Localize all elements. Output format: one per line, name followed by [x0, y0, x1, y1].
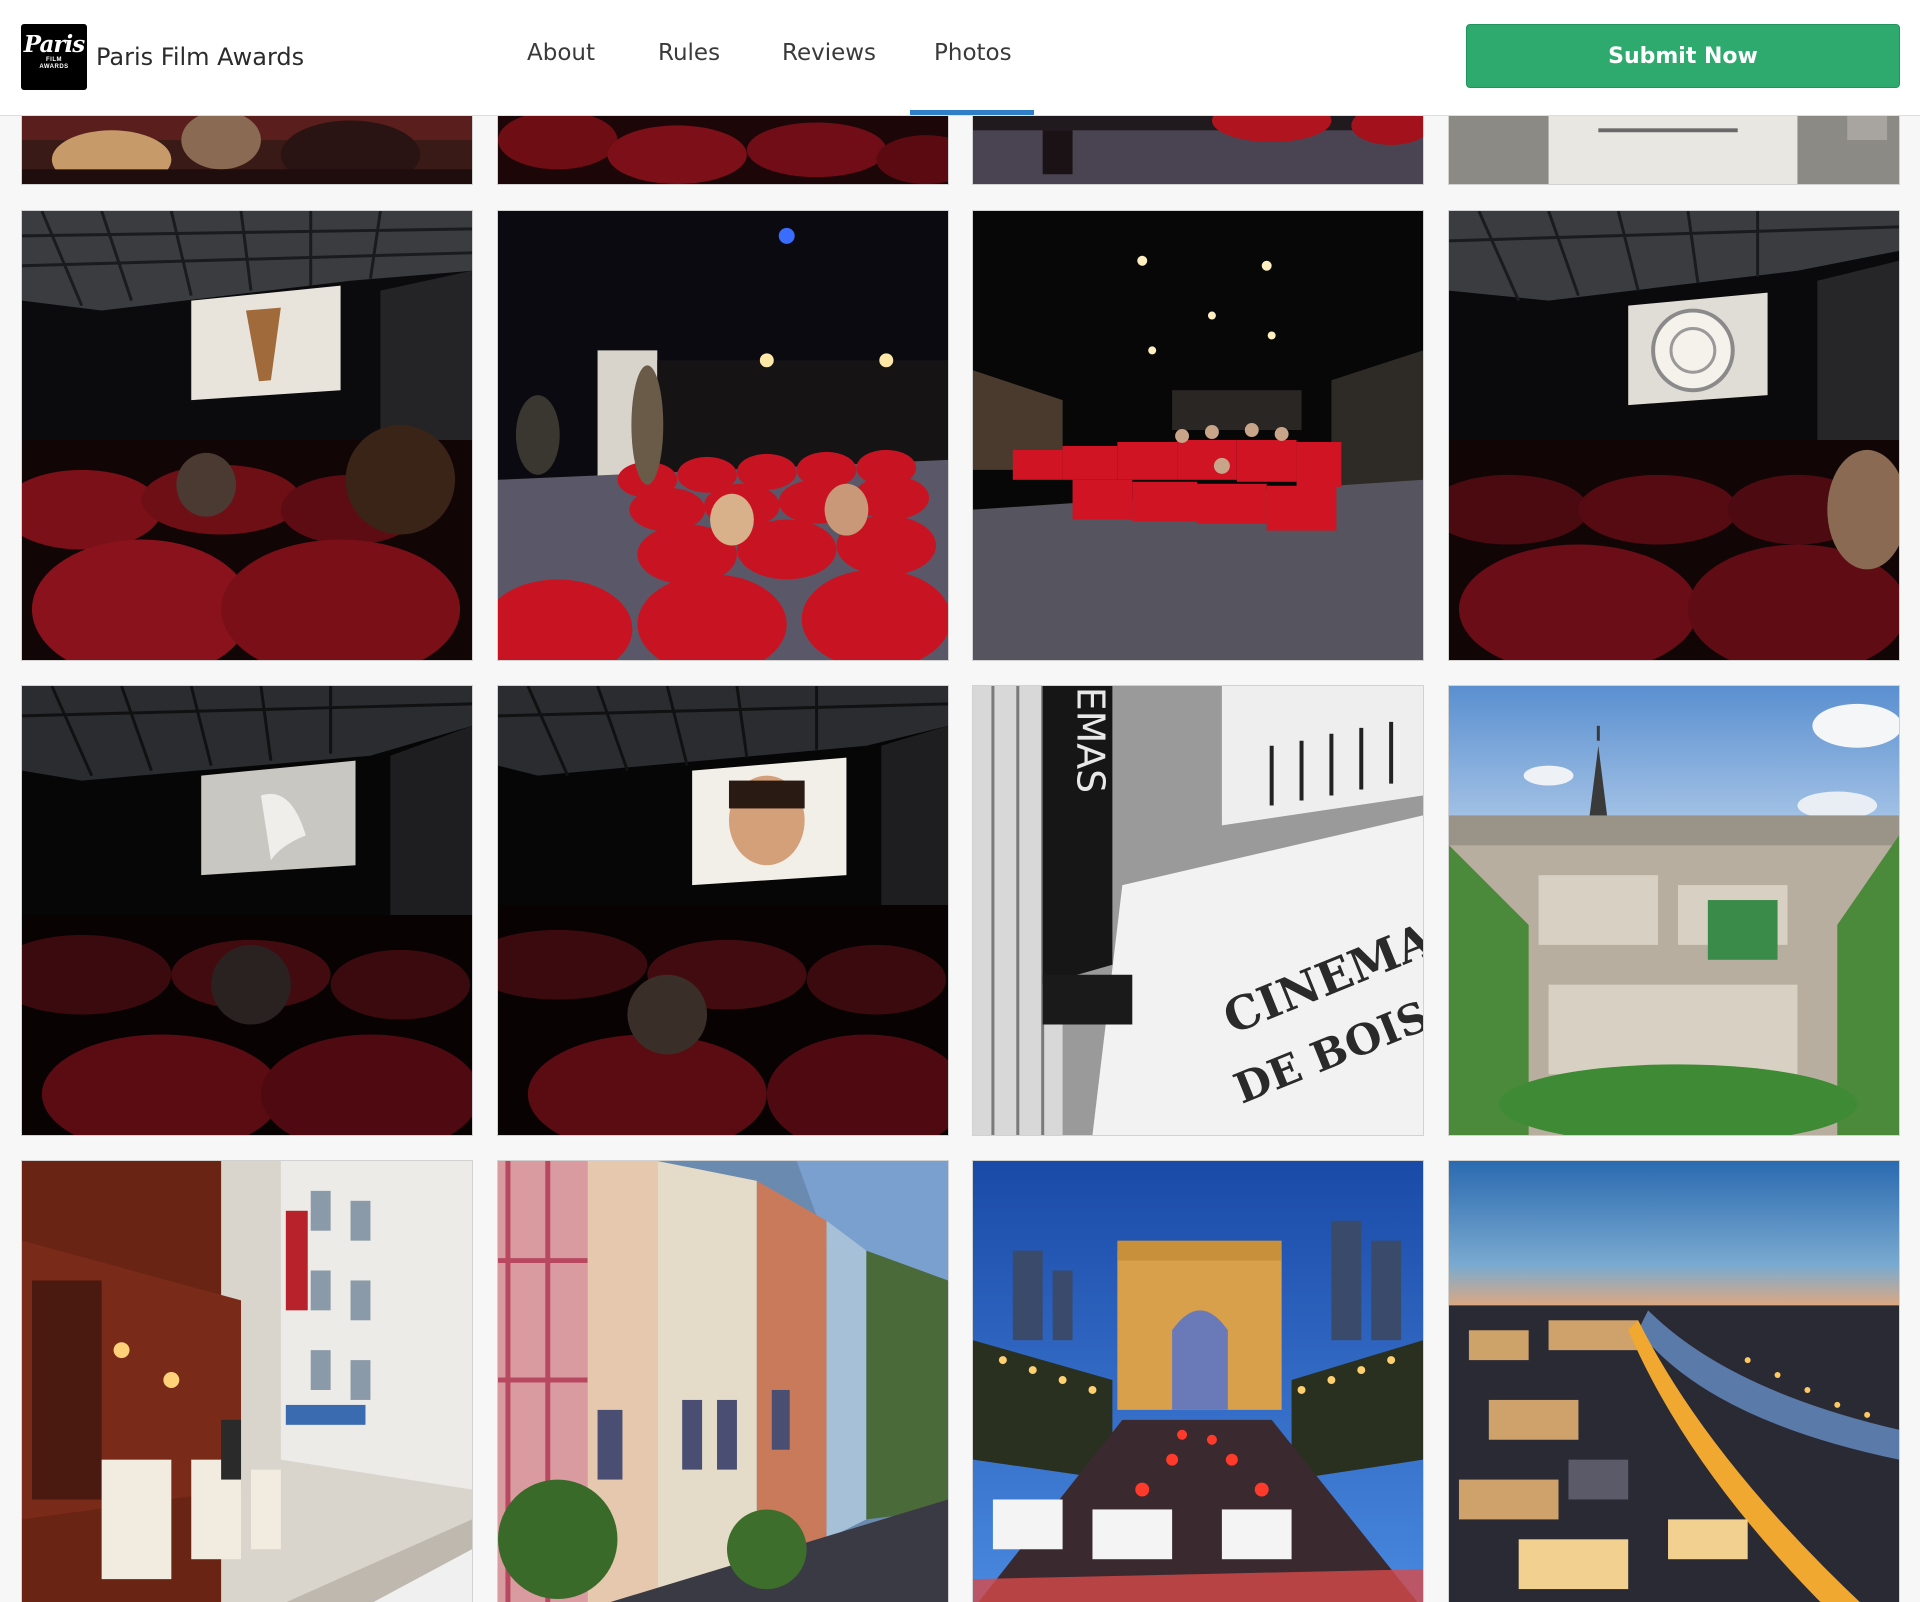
photo-tile[interactable]	[497, 685, 949, 1136]
neon-sign-text: NEMAS	[1069, 686, 1113, 793]
logo-small-text-2: AWARDS	[39, 64, 69, 70]
photo-tile[interactable]	[21, 685, 473, 1136]
photo-tile[interactable]	[1448, 1160, 1900, 1602]
nav-tab-reviews[interactable]: Reviews	[782, 40, 876, 66]
paris-film-awards-logo[interactable]: Paris FILM AWARDS	[21, 24, 87, 90]
photo-tile[interactable]	[21, 210, 473, 661]
photo-tile[interactable]: NEMAS CINEMA DE BOIS	[972, 685, 1424, 1136]
photo-tile[interactable]	[497, 210, 949, 661]
logo-script-text: Paris	[23, 31, 85, 58]
submit-now-button[interactable]: Submit Now	[1466, 24, 1900, 88]
nav-tab-photos[interactable]: Photos	[934, 40, 1012, 66]
nav-tab-rules[interactable]: Rules	[658, 40, 720, 66]
logo-small-text-1: FILM	[46, 57, 62, 63]
active-tab-indicator	[910, 110, 1034, 115]
photo-tile[interactable]	[1448, 210, 1900, 661]
photo-tile[interactable]	[497, 1160, 949, 1602]
photo-tile[interactable]	[1448, 685, 1900, 1136]
photo-tile[interactable]	[972, 210, 1424, 661]
top-header: Paris FILM AWARDS Paris Film Awards Abou…	[0, 0, 1920, 116]
nav-tab-about[interactable]: About	[527, 40, 595, 66]
photo-tile[interactable]	[972, 1160, 1424, 1602]
brand-name[interactable]: Paris Film Awards	[96, 43, 304, 71]
photo-tile[interactable]	[21, 1160, 473, 1602]
